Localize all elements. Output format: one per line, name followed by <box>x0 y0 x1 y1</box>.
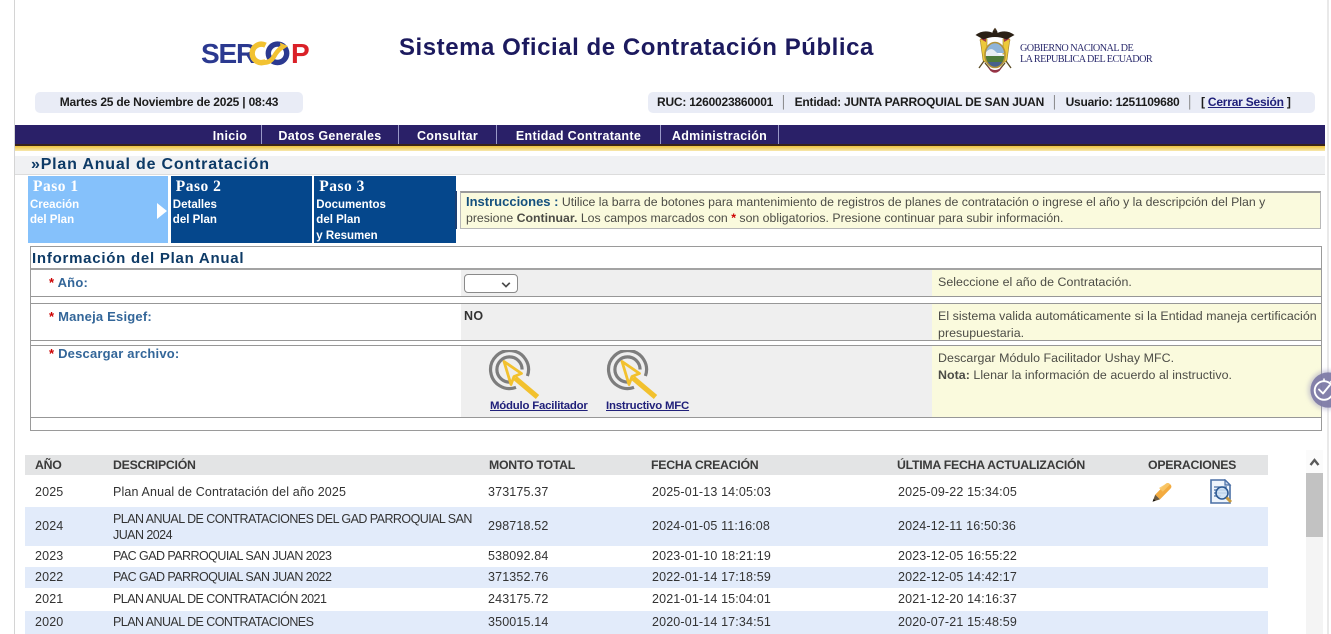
svg-text:P: P <box>291 38 310 68</box>
svg-text:SER: SER <box>201 38 256 68</box>
